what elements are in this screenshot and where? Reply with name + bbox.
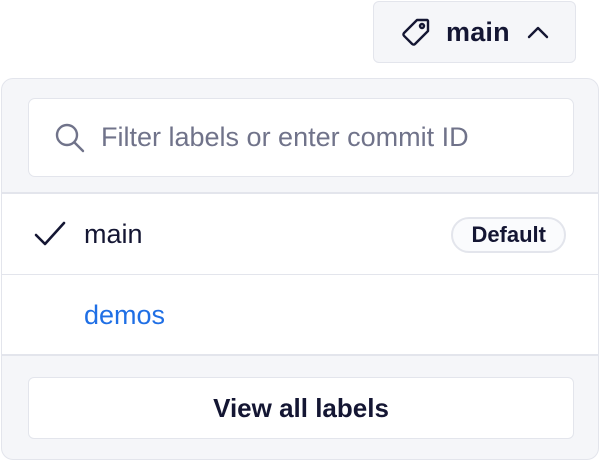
search-field[interactable]	[28, 98, 574, 177]
view-all-labels-button[interactable]: View all labels	[28, 377, 574, 439]
label-item-demos[interactable]: demos	[2, 275, 598, 355]
branch-dropdown-panel: main Default demos View all labels	[1, 78, 599, 460]
label-filter-input[interactable]	[99, 121, 559, 154]
search-section	[2, 79, 598, 193]
label-item-text: main	[84, 218, 143, 249]
chevron-up-icon	[526, 20, 550, 44]
default-badge: Default	[451, 217, 566, 253]
label-item-main[interactable]: main Default	[2, 194, 598, 274]
branch-selector-button[interactable]: main	[373, 1, 576, 63]
tag-icon	[399, 15, 433, 49]
label-item-text: demos	[84, 299, 166, 330]
dropdown-footer: View all labels	[2, 355, 598, 459]
checkmark-icon	[32, 218, 68, 250]
search-icon	[53, 121, 87, 155]
current-branch-label: main	[446, 16, 510, 47]
